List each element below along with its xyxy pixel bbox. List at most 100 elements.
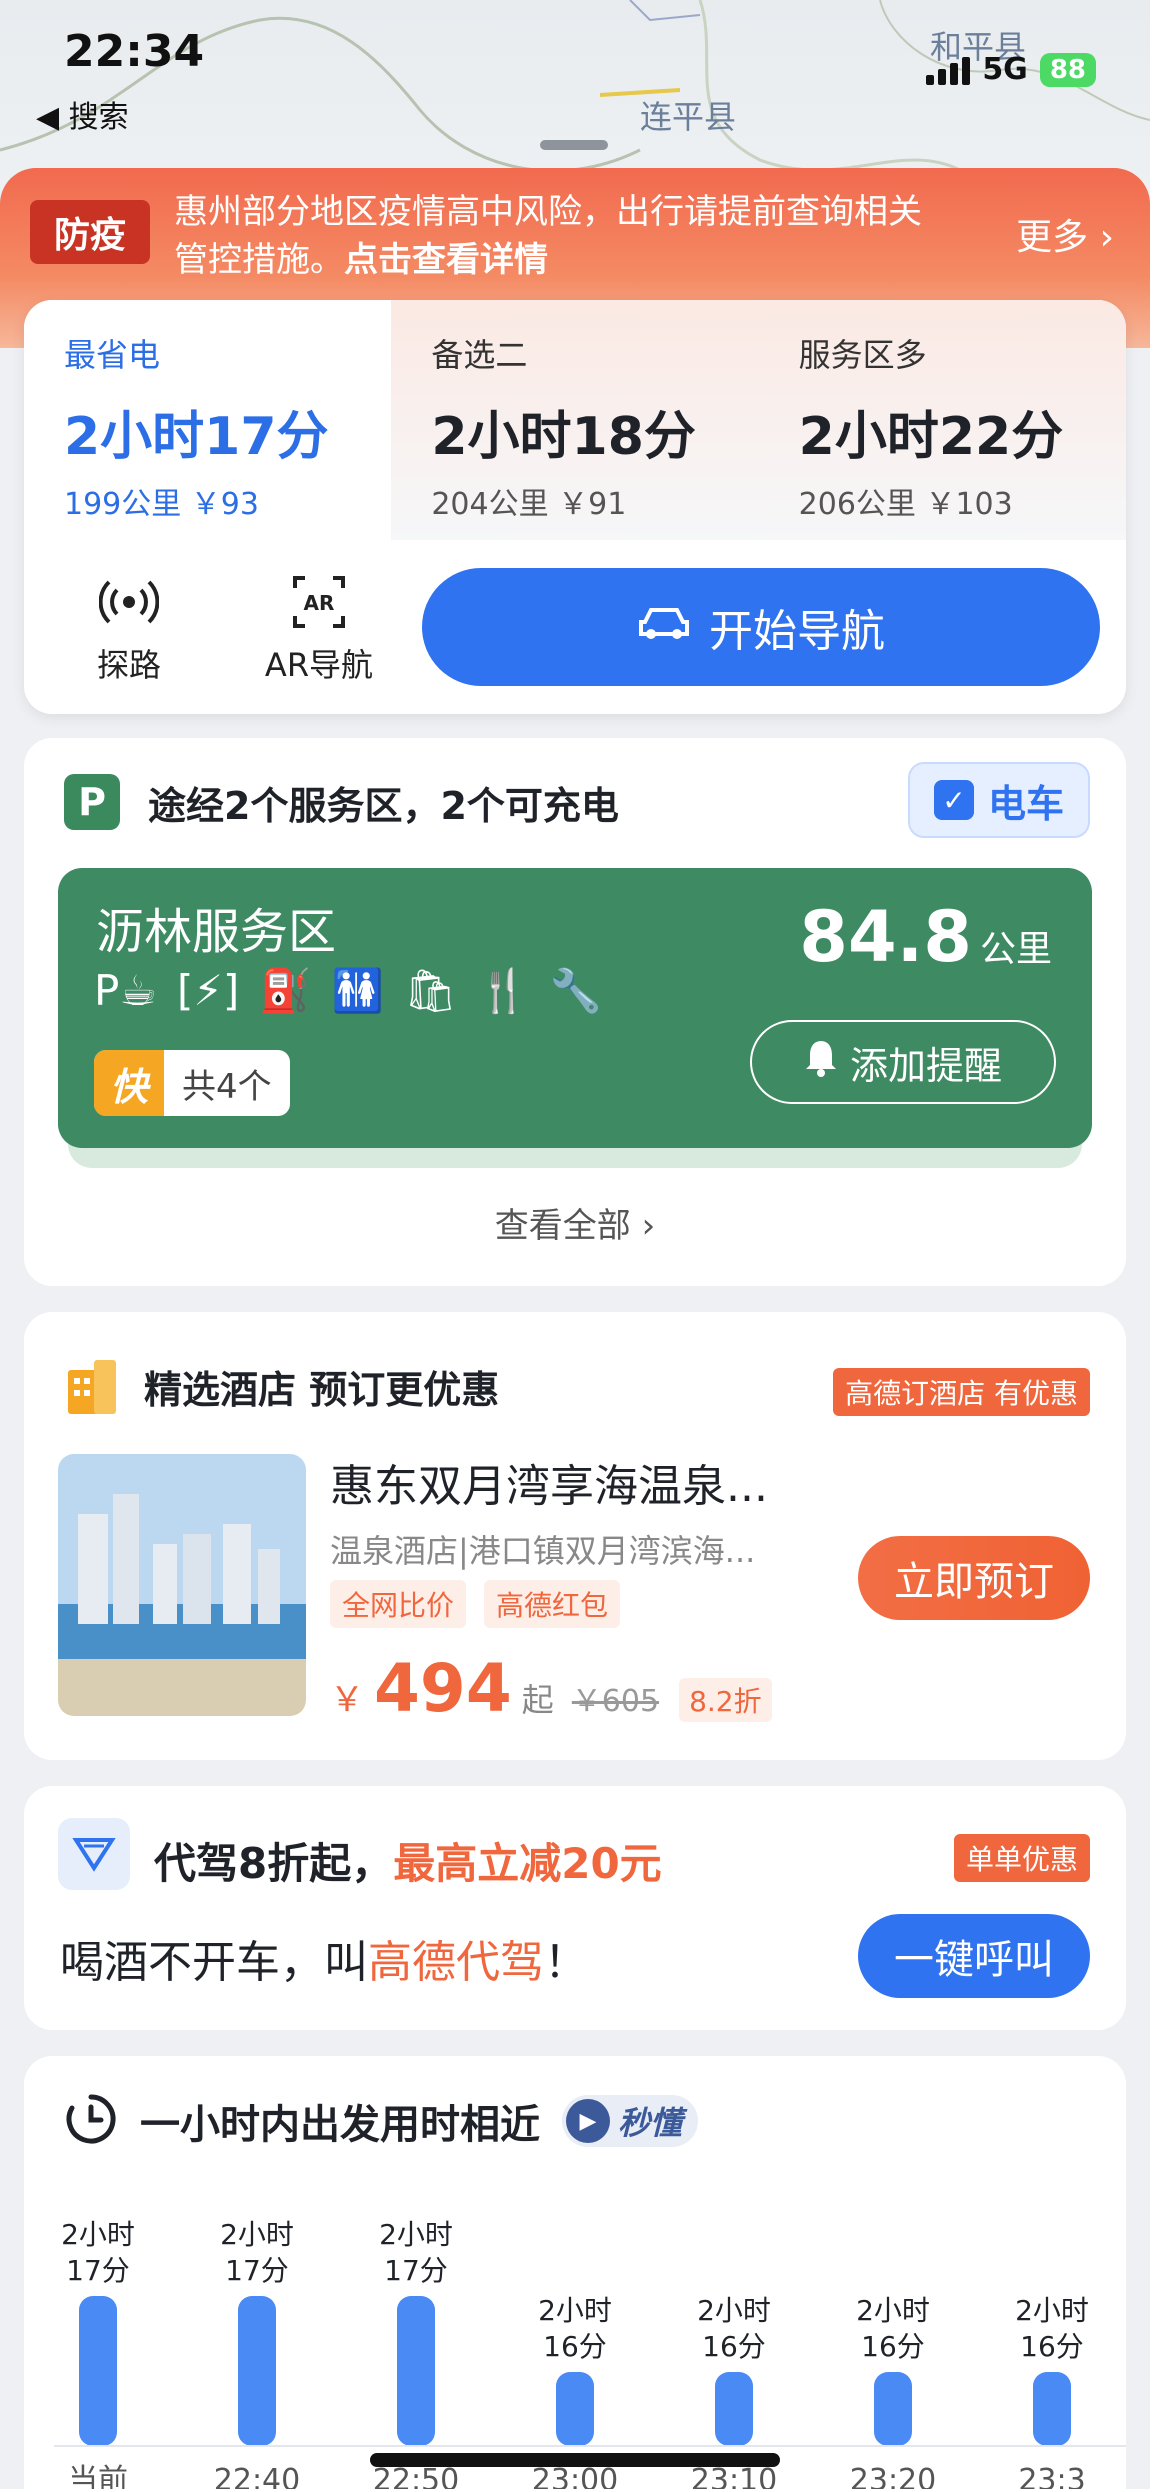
route-tab-3[interactable]: 服务区多 2小时22分 206公里 ￥103 — [758, 300, 1126, 540]
bar-value-label: 16分 — [861, 2330, 925, 2363]
chart-bar[interactable] — [874, 2372, 912, 2446]
back-to-search[interactable]: ◀ 搜索 — [36, 92, 129, 136]
chart-bar[interactable] — [397, 2296, 435, 2446]
route-tab-1[interactable]: 最省电 2小时17分 199公里 ￥93 — [24, 300, 392, 540]
route-duration: 2小时18分 — [431, 407, 696, 467]
probe-road-label: 探路 — [96, 646, 161, 684]
driver-title: 代驾8折起，最高立减20元 — [154, 1839, 662, 1888]
driver-promo-tag: 单单优惠 — [953, 1834, 1090, 1882]
chart-bar[interactable] — [556, 2372, 594, 2446]
route-tools: 探路 AR AR导航 — [64, 570, 384, 686]
hotel-name[interactable]: 惠东双月湾享海温泉... — [330, 1450, 768, 1514]
map-label-lianping: 连平县 — [640, 98, 737, 136]
explain-chip[interactable]: ▶ 秒懂 — [562, 2095, 699, 2147]
hotel-section-title: 精选酒店 预订更优惠 — [144, 1367, 500, 1412]
fuel-icon: ⛽ — [259, 966, 312, 1015]
epidemic-alert-text[interactable]: 惠州部分地区疫情高中风险，出行请提前查询相关管控措施。点击查看详情 — [174, 188, 954, 284]
epidemic-tag: 防疫 — [30, 200, 150, 264]
hotel-header: 精选酒店 预订更优惠 — [64, 1356, 499, 1416]
fast-charger-badge: 快 共4个 — [94, 1050, 290, 1116]
start-navigation-label: 开始导航 — [709, 606, 885, 657]
repair-icon: 🔧 — [549, 966, 602, 1015]
ev-chip-label: 电车 — [987, 781, 1064, 826]
bell-icon — [804, 1039, 838, 1086]
route-options-card: 最省电 2小时17分 199公里 ￥93 备选二 2小时18分 204公里 ￥9… — [24, 300, 1126, 714]
service-area-name: 沥林服务区 — [96, 904, 337, 960]
price-currency: ￥ — [330, 1680, 364, 1720]
see-all-link[interactable]: 查看全部 › — [24, 1198, 1126, 1247]
departure-time-card: 一小时内出发用时相近 ▶ 秒懂 2小时 17分 当前 2小时 17分 22:40 2小时 17… — [24, 2056, 1126, 2489]
hotel-photo[interactable] — [58, 1454, 306, 1716]
ar-nav-button[interactable]: AR AR导航 — [254, 570, 384, 686]
hotel-promo-tag: 高德订酒店 有优惠 — [833, 1368, 1090, 1416]
toilet-icon: 🚻 — [331, 966, 384, 1015]
checkbox-icon: ✓ — [933, 780, 974, 820]
parking-icon: P — [64, 774, 120, 830]
ar-nav-label: AR导航 — [264, 646, 374, 684]
bar-value-label: 16分 — [543, 2330, 607, 2363]
alert-detail-link[interactable]: 点击查看详情 — [344, 240, 548, 280]
start-navigation-button[interactable]: 开始导航 — [422, 568, 1100, 686]
category-label: 22:40 — [214, 2463, 300, 2489]
departure-chart: 2小时17分当前2小时17分22:402小时17分22:502小时16分23:0… — [54, 2218, 1126, 2489]
charging-icon: [⚡] — [176, 966, 240, 1015]
signal-icon — [926, 55, 971, 85]
parking-icon: P☕ — [94, 966, 157, 1015]
chart-bar[interactable] — [79, 2296, 117, 2446]
designated-driver-card: 代驾8折起，最高立减20元 单单优惠 喝酒不开车，叫高德代驾！ 一键呼叫 — [24, 1786, 1126, 2030]
route-meta: 204公里 ￥91 — [431, 487, 627, 522]
bar-value-label: 16分 — [702, 2330, 766, 2363]
ar-nav-icon: AR — [254, 570, 384, 634]
sheet-grabber[interactable] — [540, 140, 608, 150]
bar-value-label: 2小时 — [379, 2218, 453, 2251]
svg-text:AR: AR — [304, 591, 335, 615]
explain-chip-label: 秒懂 — [618, 2104, 683, 2142]
alert-more-link[interactable]: 更多 › — [1016, 208, 1114, 260]
probe-road-button[interactable]: 探路 — [64, 570, 194, 686]
bar-value-label: 17分 — [66, 2254, 130, 2287]
chart-bar[interactable] — [1033, 2372, 1071, 2446]
service-area-item[interactable]: 沥林服务区 P☕ [⚡] ⛽ 🚻 🛍 🍴 🔧 快 共4个 84.8 公里 添加提醒 — [58, 868, 1092, 1148]
battery-icon: 88 — [1039, 52, 1096, 87]
book-now-button[interactable]: 立即预订 — [858, 1536, 1090, 1620]
add-reminder-button[interactable]: 添加提醒 — [750, 1020, 1056, 1104]
hotel-building-icon — [64, 1356, 120, 1416]
probe-road-icon — [64, 570, 194, 634]
route-tab-2[interactable]: 备选二 2小时18分 204公里 ￥91 — [391, 300, 759, 540]
category-label: 23:20 — [850, 2463, 936, 2489]
route-label: 最省电 — [64, 336, 161, 374]
route-meta: 206公里 ￥103 — [798, 487, 1013, 522]
one-tap-call-button[interactable]: 一键呼叫 — [858, 1914, 1090, 1998]
hotel-badges: 全网比价 高德红包 — [330, 1580, 621, 1628]
fast-count: 共4个 — [182, 1066, 272, 1107]
bar-value-label: 17分 — [225, 2254, 289, 2287]
bar-value-label: 17分 — [384, 2254, 448, 2287]
hotel-badge: 全网比价 — [330, 1580, 467, 1628]
hotel-subtitle: 温泉酒店|港口镇双月湾滨海... — [330, 1532, 756, 1570]
departure-header: 一小时内出发用时相近 ▶ 秒懂 — [64, 2092, 699, 2150]
chart-bar[interactable] — [715, 2372, 753, 2446]
hotel-card: 精选酒店 预订更优惠 高德订酒店 有优惠 惠东双月湾享海温泉... 温泉酒店|港… — [24, 1312, 1126, 1760]
price-suffix: 起 — [521, 1681, 554, 1719]
ev-filter-toggle[interactable]: ✓ 电车 — [908, 762, 1090, 838]
chart-bar[interactable] — [238, 2296, 276, 2446]
status-time: 22:34 — [64, 26, 205, 77]
bar-value-label: 2小时 — [61, 2218, 135, 2251]
route-tabs: 最省电 2小时17分 199公里 ￥93 备选二 2小时18分 204公里 ￥9… — [24, 300, 1126, 540]
facility-icons: P☕ [⚡] ⛽ 🚻 🛍 🍴 🔧 — [94, 966, 602, 1016]
home-indicator — [370, 2453, 780, 2467]
clock-icon — [64, 2092, 118, 2150]
fast-tag: 快 — [94, 1050, 164, 1116]
bar-value-label: 16分 — [1020, 2330, 1084, 2363]
category-label: 当前 — [68, 2463, 128, 2489]
route-duration: 2小时22分 — [798, 407, 1064, 467]
bar-value-label: 2小时 — [697, 2294, 771, 2327]
route-label: 备选二 — [431, 336, 528, 374]
hotel-price: ￥ 494 起 ￥605 8.2折 — [330, 1650, 772, 1727]
bar-value-label: 2小时 — [220, 2218, 294, 2251]
original-price: ￥605 — [571, 1684, 660, 1719]
store-icon: 🛍 — [403, 966, 458, 1015]
food-icon: 🍴 — [477, 966, 530, 1015]
departure-title: 一小时内出发用时相近 — [140, 2102, 540, 2148]
route-label: 服务区多 — [798, 336, 927, 374]
